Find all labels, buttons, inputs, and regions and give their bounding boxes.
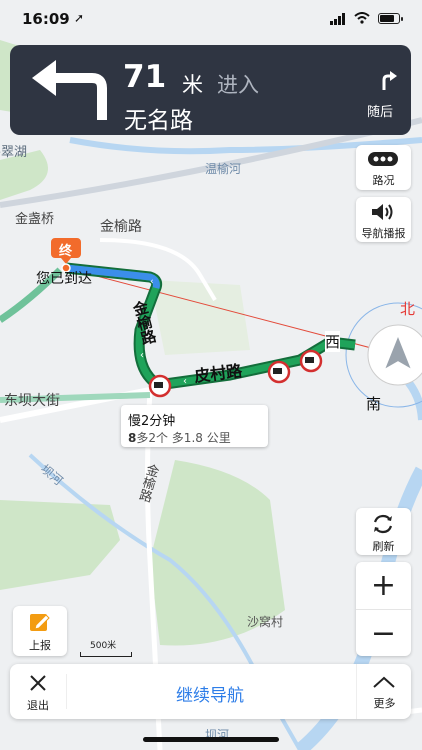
turn-left-icon	[32, 60, 107, 120]
turn-right-icon	[382, 71, 397, 90]
more-button[interactable]: 更多	[356, 664, 412, 719]
distance-value: 71	[123, 59, 167, 95]
zoom-out-button[interactable]: −	[356, 609, 411, 657]
edit-report-icon	[30, 614, 50, 631]
bottom-bar: 退出 继续导航 更多	[10, 664, 411, 719]
navigation-instruction-card: 71 米 进入 无名路 随后	[10, 45, 411, 135]
current-location-icon	[367, 324, 422, 386]
continue-navigation-button[interactable]: 继续导航	[120, 681, 300, 706]
alternate-route-tip[interactable]: 慢2分钟 8多2个 多1.8 公里	[121, 405, 268, 447]
camera-icon	[299, 349, 323, 373]
zoom-control: + −	[356, 562, 411, 656]
route-tip-time: 慢2分钟	[128, 414, 176, 429]
voice-broadcast-button[interactable]: 导航播报	[356, 197, 411, 242]
zoom-in-button[interactable]: +	[356, 562, 411, 609]
battery-icon	[378, 13, 403, 24]
next-maneuver-label: 随后	[367, 105, 394, 120]
speaker-icon	[372, 204, 393, 220]
more-label: 更多	[373, 697, 396, 710]
status-bar: 16:09 ➚	[0, 0, 422, 38]
camera-icon	[148, 374, 172, 398]
traffic-label: 路况	[372, 174, 395, 187]
wifi-icon	[354, 12, 370, 24]
report-label: 上报	[29, 639, 51, 652]
route-arrow: ‹	[140, 350, 144, 361]
refresh-label: 刷新	[372, 540, 395, 553]
route-tip-detail: 8多2个 多1.8 公里	[128, 431, 231, 445]
map-scale: 500米	[80, 638, 132, 657]
report-button[interactable]: 上报	[13, 606, 67, 656]
scale-label: 500米	[90, 641, 117, 651]
route-arrow: ‹	[150, 277, 154, 287]
status-time: 16:09	[22, 10, 70, 28]
close-icon	[30, 675, 46, 691]
park-area	[150, 280, 250, 355]
exit-label: 退出	[27, 699, 49, 712]
cellular-signal-icon	[330, 13, 345, 25]
voice-broadcast-label: 导航播报	[361, 227, 406, 240]
road-name: 无名路	[124, 108, 193, 134]
traffic-button[interactable]: 路况	[356, 145, 411, 190]
camera-icon	[267, 360, 291, 384]
distance-unit: 米	[182, 73, 203, 97]
location-arrow-icon: ➚	[74, 11, 85, 25]
chevron-up-icon	[373, 676, 395, 688]
traffic-icon	[368, 152, 398, 166]
refresh-button[interactable]: 刷新	[356, 508, 411, 555]
home-indicator	[143, 737, 279, 742]
route-arrow: ‹	[183, 376, 187, 387]
exit-button[interactable]: 退出	[10, 664, 66, 719]
refresh-icon	[373, 514, 393, 534]
action-text: 进入	[217, 73, 259, 97]
